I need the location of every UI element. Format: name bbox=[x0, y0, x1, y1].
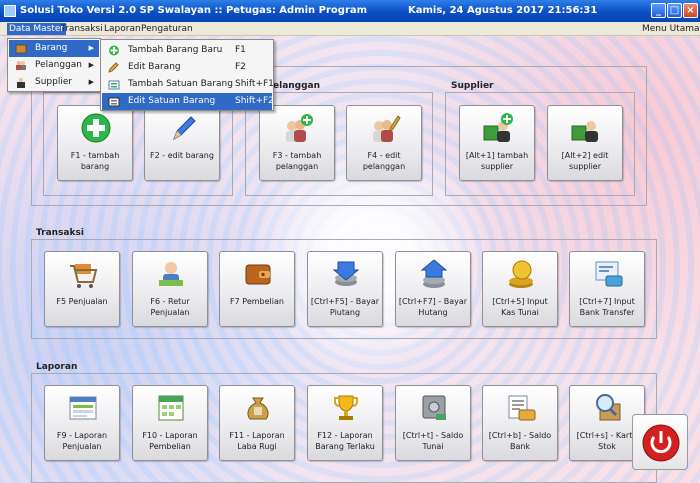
menu-item-pelanggan[interactable]: Pelanggan ▶ bbox=[9, 57, 99, 74]
tile-laporan-laba-rugi[interactable]: F11 - Laporan Laba Rugi bbox=[219, 385, 295, 461]
tile-kas-tunai[interactable]: [Ctrl+5] Input Kas Tunai bbox=[482, 251, 558, 327]
plus-icon bbox=[81, 113, 111, 143]
menu-transaksi[interactable]: Transaksi bbox=[59, 23, 105, 35]
tile-label: [Ctrl+t] - Saldo Tunai bbox=[402, 431, 464, 451]
tile-bank-transfer[interactable]: [Ctrl+7] Input Bank Transfer bbox=[569, 251, 645, 327]
box-icon bbox=[15, 44, 27, 54]
laporan-group-title: Laporan bbox=[36, 362, 78, 372]
customers-icon bbox=[16, 61, 26, 70]
menu-data-master[interactable]: Data Master bbox=[7, 23, 67, 35]
tile-label: [Alt+1] tambah supplier bbox=[465, 151, 529, 171]
tile-label: [Ctrl+F5] - Bayar Piutang bbox=[310, 297, 380, 317]
coins-icon bbox=[509, 260, 533, 288]
window-title: Solusi Toko Versi 2.0 SP Swalayan :: Pet… bbox=[20, 5, 368, 16]
tile-label: F10 - Laporan Pembelian bbox=[142, 431, 198, 451]
edit-customer-icon bbox=[373, 115, 401, 142]
purchase-report-icon bbox=[158, 395, 184, 421]
add-supplier-icon bbox=[483, 113, 513, 142]
tile-laporan-penjualan[interactable]: F9 - Laporan Penjualan bbox=[44, 385, 120, 461]
supplier-icon bbox=[17, 77, 25, 88]
date-time: Kamis, 24 Agustus 2017 21:56:31 bbox=[408, 5, 598, 16]
return-sales-icon bbox=[159, 262, 183, 286]
tile-label: F7 Pembelian bbox=[230, 297, 284, 306]
tile-label: [Ctrl+7] Input Bank Transfer bbox=[579, 297, 635, 317]
tile-label: F4 - edit pelanggan bbox=[362, 151, 406, 171]
stock-card-icon bbox=[596, 394, 621, 421]
pencil-icon bbox=[108, 62, 119, 73]
power-icon bbox=[642, 424, 680, 462]
menu-pengaturan[interactable]: Pengaturan bbox=[139, 23, 195, 35]
add-customer-icon bbox=[286, 114, 313, 142]
sales-report-icon bbox=[69, 396, 97, 420]
tile-label: F9 - Laporan Penjualan bbox=[56, 431, 108, 451]
tile-penjualan[interactable]: F5 Penjualan bbox=[44, 251, 120, 327]
tile-saldo-tunai[interactable]: [Ctrl+t] - Saldo Tunai bbox=[395, 385, 471, 461]
tile-laporan-barang-terlaku[interactable]: F12 - Laporan Barang Terlaku bbox=[307, 385, 383, 461]
tile-retur-penjualan[interactable]: F6 - Retur Penjualan bbox=[132, 251, 208, 327]
tile-label: F12 - Laporan Barang Terlaku bbox=[315, 431, 375, 451]
cart-icon bbox=[70, 264, 98, 288]
tile-label: F2 - edit barang bbox=[150, 151, 214, 160]
tile-label: [Ctrl+b] - Saldo Bank bbox=[488, 431, 552, 451]
wallet-icon bbox=[245, 264, 271, 285]
barang-submenu: Tambah Barang Baru F1 Edit Barang F2 Tam… bbox=[100, 39, 274, 111]
submenu-arrow-icon: ▶ bbox=[88, 61, 94, 69]
tile-bayar-piutang[interactable]: [Ctrl+F5] - Bayar Piutang bbox=[307, 251, 383, 327]
add-unit-icon bbox=[108, 80, 120, 90]
tile-label: [Ctrl+F7] - Bayar Hutang bbox=[398, 297, 468, 317]
menu-item-tambah-barang-baru[interactable]: Tambah Barang Baru F1 bbox=[102, 42, 272, 59]
close-icon: × bbox=[686, 5, 695, 16]
app-icon bbox=[4, 5, 16, 17]
tile-pembelian[interactable]: F7 Pembelian bbox=[219, 251, 295, 327]
tile-label: [Alt+2] edit supplier bbox=[561, 151, 609, 171]
pencil-icon bbox=[173, 116, 196, 141]
tile-tambah-barang[interactable]: F1 - tambah barang bbox=[57, 105, 133, 181]
debt-icon bbox=[420, 259, 448, 288]
trophy-icon bbox=[334, 395, 358, 420]
menu-item-supplier[interactable]: Supplier ▶ bbox=[9, 74, 99, 91]
maximize-button[interactable]: □ bbox=[667, 3, 682, 18]
tile-label: F6 - Retur Penjualan bbox=[150, 297, 190, 317]
edit-supplier-icon bbox=[571, 121, 598, 142]
pelanggan-group-title: elanggan bbox=[273, 81, 321, 91]
tile-tambah-pelanggan[interactable]: F3 - tambah pelanggan bbox=[259, 105, 335, 181]
tile-edit-barang[interactable]: F2 - edit barang bbox=[144, 105, 220, 181]
bank-transfer-icon bbox=[595, 261, 623, 287]
menu-utama-label: Menu Utama bbox=[642, 24, 700, 34]
tile-label: [Ctrl+5] Input Kas Tunai bbox=[492, 297, 548, 317]
menu-item-barang[interactable]: Barang ▶ bbox=[9, 40, 99, 57]
menu-laporan[interactable]: Laporan bbox=[102, 23, 143, 35]
money-bag-icon bbox=[247, 397, 269, 420]
menu-item-edit-barang[interactable]: Edit Barang F2 bbox=[102, 59, 272, 76]
supplier-group-title: Supplier bbox=[451, 81, 494, 91]
minimize-icon: _ bbox=[656, 5, 661, 16]
tile-bayar-hutang[interactable]: [Ctrl+F7] - Bayar Hutang bbox=[395, 251, 471, 327]
tile-edit-supplier[interactable]: [Alt+2] edit supplier bbox=[547, 105, 623, 181]
maximize-icon: □ bbox=[669, 5, 680, 16]
menu-item-tambah-satuan-barang[interactable]: Tambah Satuan Barang Shift+F1 bbox=[102, 76, 274, 93]
tile-laporan-pembelian[interactable]: F10 - Laporan Pembelian bbox=[132, 385, 208, 461]
exit-button[interactable] bbox=[632, 414, 688, 470]
add-icon bbox=[109, 45, 119, 56]
tile-label: F3 - tambah pelanggan bbox=[272, 151, 322, 171]
submenu-arrow-icon: ▶ bbox=[88, 78, 94, 86]
tile-edit-pelanggan[interactable]: F4 - edit pelanggan bbox=[346, 105, 422, 181]
title-bar: Solusi Toko Versi 2.0 SP Swalayan :: Pet… bbox=[0, 0, 700, 22]
submenu-arrow-icon: ▶ bbox=[88, 44, 94, 52]
menu-bar: Data Master Transaksi Laporan Pengaturan… bbox=[0, 22, 700, 36]
tile-tambah-supplier[interactable]: [Alt+1] tambah supplier bbox=[459, 105, 535, 181]
minimize-button[interactable]: _ bbox=[651, 3, 666, 18]
tile-label: F5 Penjualan bbox=[56, 297, 108, 306]
bank-balance-icon bbox=[508, 395, 536, 421]
tile-label: F11 - Laporan Laba Rugi bbox=[229, 431, 285, 451]
menu-item-edit-satuan-barang[interactable]: Edit Satuan Barang Shift+F2 bbox=[102, 93, 274, 110]
data-master-menu: Barang ▶ Pelanggan ▶ Supplier ▶ bbox=[7, 38, 101, 92]
tile-saldo-bank[interactable]: [Ctrl+b] - Saldo Bank bbox=[482, 385, 558, 461]
transaksi-group-title: Transaksi bbox=[36, 228, 84, 238]
receivable-icon bbox=[332, 261, 360, 286]
close-button[interactable]: × bbox=[683, 3, 698, 18]
tile-label: F1 - tambah barang bbox=[70, 151, 120, 171]
edit-unit-icon bbox=[108, 97, 120, 107]
safe-icon bbox=[422, 395, 446, 420]
